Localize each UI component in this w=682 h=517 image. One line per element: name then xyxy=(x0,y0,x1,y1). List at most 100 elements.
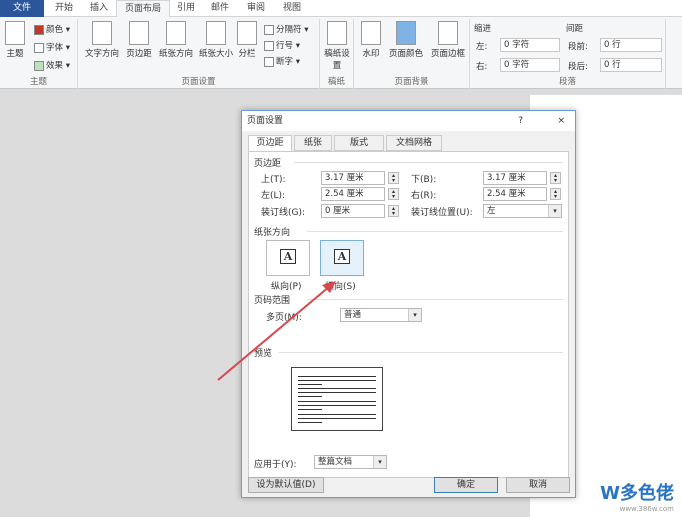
breaks-icon xyxy=(264,24,274,35)
spacing-after-label: 段后: xyxy=(568,62,588,72)
right-margin-spinner[interactable]: ▴ ▾ xyxy=(550,188,561,200)
manuscript-label: 稿纸设置 xyxy=(324,49,350,71)
multiple-pages-label: 多页(M): xyxy=(266,313,302,323)
left-margin-input[interactable]: 2.54 厘米 xyxy=(321,187,385,201)
ribbon-tabs: 文件 开始 插入 页面布局 引用 邮件 审阅 视图 xyxy=(0,0,682,18)
tab-references[interactable]: 引用 xyxy=(170,0,202,17)
landscape-icon: A xyxy=(333,249,351,264)
margins-button[interactable]: 页边距 xyxy=(122,21,156,59)
tab-review[interactable]: 审阅 xyxy=(238,0,274,17)
tab-page-layout[interactable]: 页面布局 xyxy=(116,0,170,18)
bottom-margin-input[interactable]: 3.17 厘米 xyxy=(483,171,547,185)
spacing-label: 间距 xyxy=(566,24,584,34)
page-borders-icon xyxy=(438,21,458,45)
indent-right-input[interactable]: 0 字符 xyxy=(500,58,560,72)
tab-file[interactable]: 文件 xyxy=(0,0,44,17)
page-borders-button[interactable]: 页面边框 xyxy=(428,21,468,59)
breaks-button[interactable]: 分隔符 ▾ xyxy=(264,23,308,35)
fonts-button[interactable]: 字体 ▾ xyxy=(34,41,70,53)
size-label: 纸张大小 xyxy=(198,49,233,59)
close-button[interactable]: × xyxy=(557,111,565,131)
gutter-spinner[interactable]: ▴ ▾ xyxy=(388,205,399,217)
colors-button[interactable]: 颜色 ▾ xyxy=(34,23,70,35)
apply-to-label: 应用于(Y): xyxy=(254,460,297,470)
page-background-group-label: 页面背景 xyxy=(394,77,429,87)
orientation-label: 纸张方向 xyxy=(158,49,193,59)
landscape-option[interactable]: A xyxy=(320,240,364,276)
portrait-label: 纵向(P) xyxy=(271,282,302,292)
orientation-button[interactable]: 纸张方向 xyxy=(156,21,196,59)
watermark-button[interactable]: 水印 xyxy=(358,21,384,59)
multiple-pages-value: 普通 xyxy=(344,310,362,320)
divider xyxy=(294,162,563,163)
tab-paper[interactable]: 纸张 xyxy=(294,135,332,151)
columns-label: 分栏 xyxy=(238,49,256,59)
spacing-after-value: 0 行 xyxy=(604,60,621,70)
colors-label: 颜色 xyxy=(46,25,64,35)
effects-label: 效果 xyxy=(46,61,64,71)
page-color-button[interactable]: 页面颜色 xyxy=(386,21,426,59)
text-direction-icon xyxy=(92,21,112,45)
spacing-before-label: 段前: xyxy=(568,42,588,52)
tab-margins[interactable]: 页边距 xyxy=(248,135,292,152)
top-margin-input[interactable]: 3.17 厘米 xyxy=(321,171,385,185)
hyphenation-icon xyxy=(264,56,274,67)
manuscript-button[interactable]: 稿纸设置 xyxy=(324,21,350,71)
hyphenation-button[interactable]: 断字 ▾ xyxy=(264,55,300,67)
indent-left-label: 左: xyxy=(476,42,488,52)
apply-to-value: 整篇文档 xyxy=(318,457,353,467)
right-margin-input[interactable]: 2.54 厘米 xyxy=(483,187,547,201)
left-margin-spinner[interactable]: ▴ ▾ xyxy=(388,188,399,200)
orientation-section-label: 纸张方向 xyxy=(254,228,291,238)
tab-mailings[interactable]: 邮件 xyxy=(202,0,238,17)
columns-button[interactable]: 分栏 xyxy=(236,21,258,59)
fonts-icon xyxy=(34,42,44,53)
paragraph-group-label: 段落 xyxy=(558,77,576,87)
bottom-margin-spinner[interactable]: ▴ ▾ xyxy=(550,172,561,184)
dialog-titlebar: 页面设置 ? × xyxy=(242,111,575,131)
spacing-after-input[interactable]: 0 行 xyxy=(600,58,662,72)
page-borders-label: 页面边框 xyxy=(430,49,465,59)
spacing-before-input[interactable]: 0 行 xyxy=(600,38,662,52)
set-default-button[interactable]: 设为默认值(D) xyxy=(248,477,324,493)
pages-section-label: 页码范围 xyxy=(254,296,291,306)
indent-left-input[interactable]: 0 字符 xyxy=(500,38,560,52)
ok-button[interactable]: 确定 xyxy=(434,477,498,493)
gutter-input[interactable]: 0 厘米 xyxy=(321,204,385,218)
text-direction-label: 文字方向 xyxy=(84,49,119,59)
line-numbers-icon xyxy=(264,40,274,51)
tab-doc-grid[interactable]: 文档网格 xyxy=(386,135,442,151)
margins-section-label: 页边距 xyxy=(254,159,282,169)
breaks-label: 分隔符 xyxy=(276,25,302,35)
manuscript-icon xyxy=(327,21,347,45)
watermark-icon xyxy=(361,21,381,45)
size-button[interactable]: 纸张大小 xyxy=(196,21,236,59)
portrait-option[interactable]: A xyxy=(266,240,310,276)
tab-layout[interactable]: 版式 xyxy=(334,135,384,151)
tab-home[interactable]: 开始 xyxy=(46,0,82,17)
gutter-position-select[interactable]: 左 ▾ xyxy=(483,204,562,218)
site-watermark-logo: W多色佬 www.386w.com xyxy=(596,479,678,513)
ribbon: 主题 颜色 ▾ 字体 ▾ 效果 ▾ 主题 文字方向 页边距 纸张方向 纸张大小 … xyxy=(0,17,682,89)
tab-insert[interactable]: 插入 xyxy=(82,0,116,17)
gutter-value: 0 厘米 xyxy=(325,206,351,216)
bottom-label: 下(B): xyxy=(411,175,437,185)
size-icon xyxy=(206,21,226,45)
gutter-position-value: 左 xyxy=(487,206,496,216)
portrait-icon: A xyxy=(279,249,297,264)
text-direction-button[interactable]: 文字方向 xyxy=(82,21,122,59)
effects-icon xyxy=(34,60,44,71)
multiple-pages-select[interactable]: 普通 ▾ xyxy=(340,308,422,322)
watermark-url: www.386w.com xyxy=(619,505,674,513)
apply-to-select[interactable]: 整篇文档 ▾ xyxy=(314,455,387,469)
line-numbers-button[interactable]: 行号 ▾ xyxy=(264,39,300,51)
cancel-button[interactable]: 取消 xyxy=(506,477,570,493)
theme-button[interactable]: 主题 xyxy=(3,21,27,59)
top-margin-spinner[interactable]: ▴ ▾ xyxy=(388,172,399,184)
page-setup-group: 文字方向 页边距 纸张方向 纸张大小 分栏 分隔符 ▾ 行号 ▾ 断字 ▾ 页面… xyxy=(78,19,320,89)
effects-button[interactable]: 效果 ▾ xyxy=(34,59,70,71)
tab-view[interactable]: 视图 xyxy=(274,0,310,17)
theme-label: 主题 xyxy=(6,49,24,59)
help-button[interactable]: ? xyxy=(518,111,523,131)
divider xyxy=(279,352,563,353)
